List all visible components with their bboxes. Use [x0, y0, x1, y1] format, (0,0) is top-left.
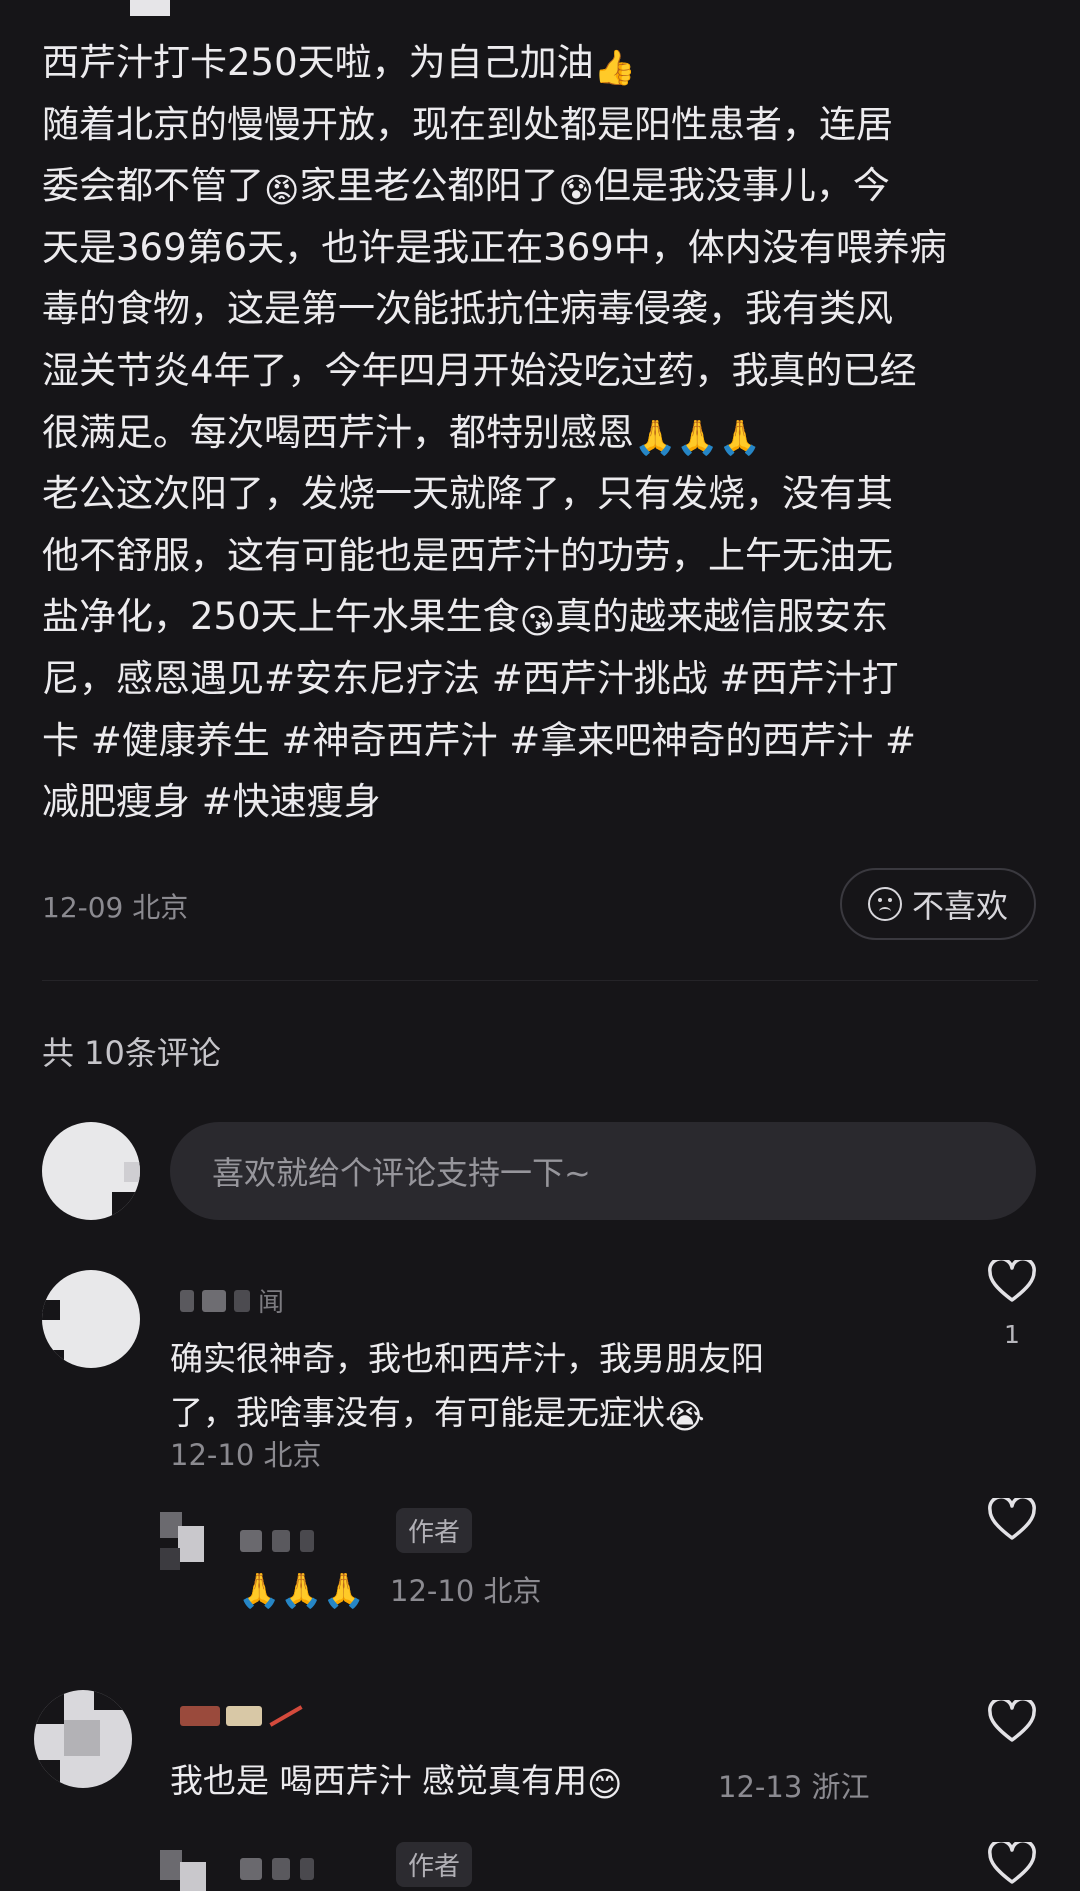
sad-face-icon [867, 887, 902, 921]
post-line: 很满足。每次喝西芹汁，都特别感恩🙏🙏🙏 [42, 410, 762, 458]
comment-username[interactable] [180, 1705, 304, 1727]
avatar[interactable] [34, 1690, 132, 1788]
post-line: 盐净化，250天上午水果生食😘真的越来越信服安东 [42, 595, 889, 643]
dislike-button[interactable]: 不喜欢 [840, 868, 1036, 940]
comment-input-placeholder: 喜欢就给个评论支持一下~ [212, 1154, 591, 1192]
my-avatar [42, 1122, 140, 1220]
kiss-emoji: 😘 [519, 602, 556, 643]
comment-emoji-reply: 🙏🙏🙏 [238, 1560, 365, 1614]
dislike-label: 不喜欢 [911, 887, 1008, 925]
post-line: 老公这次阳了，发烧一天就降了，只有发烧，没有其 [42, 472, 893, 516]
post-line: 他不舒服，这有可能也是西芹汁的功劳，上午无油无 [42, 533, 893, 577]
post-line: 西芹汁打卡250天啦，为自己加油👍 [42, 41, 636, 88]
post-line-hashtags[interactable]: 尼，感恩遇见#安东尼疗法 #西芹汁挑战 #西芹汁打 [42, 648, 1042, 710]
comment-username[interactable]: 闻 [180, 1282, 284, 1319]
comment-date-location: 12-10 北京 [390, 1574, 542, 1608]
avatar[interactable] [160, 1842, 224, 1891]
author-badge: 作者 [396, 1842, 473, 1887]
post-line: 天是369第6天，也许是我正在369中，体内没有喂养病 [42, 225, 947, 269]
comment-text: 确实很神奇，我也和西芹汁，我男朋友阳 了，我啥事没有，有可能是无症状😭 [170, 1339, 764, 1437]
anxious-emoji: 😰 [558, 171, 594, 212]
angry-emoji: 😡 [264, 171, 300, 212]
like-count: 1 [1004, 1320, 1020, 1349]
post-line: 湿关节炎4年了，今年四月开始没吃过药，我真的已经 [42, 348, 917, 392]
pray-emoji: 🙏🙏🙏 [634, 417, 762, 458]
comment-date-location: 12-13 浙江 [718, 1770, 870, 1804]
post-date-location: 12-09 北京 [42, 891, 189, 924]
heart-icon[interactable] [988, 1842, 1036, 1886]
heart-icon[interactable] [988, 1498, 1036, 1542]
post-line-hashtags[interactable]: 减肥瘦身 #快速瘦身 [42, 771, 1042, 833]
avatar[interactable] [42, 1270, 140, 1368]
post-line: 随着北京的慢慢开放，现在到处都是阳性患者，连居 [42, 102, 893, 146]
comment-username[interactable] [240, 1858, 314, 1880]
avatar[interactable] [160, 1508, 224, 1572]
post-line-hashtags[interactable]: 卡 #健康养生 #神奇西芹汁 #拿来吧神奇的西芹汁 # [42, 710, 1042, 772]
post-body: 西芹汁打卡250天啦，为自己加油👍 随着北京的慢慢开放，现在到处都是阳性患者，连… [42, 32, 1042, 833]
pray-emoji: 🙏🙏🙏 [238, 1571, 366, 1611]
post-line: 毒的食物，这是第一次能抵抗住病毒侵袭，我有类风 [42, 287, 893, 331]
post-line: 委会都不管了😡家里老公都阳了😰但是我没事儿，今 [42, 164, 890, 212]
crying-emoji: 😭 [665, 1397, 705, 1437]
top-avatar-remnant [130, 0, 170, 16]
comment-text: 我也是 喝西芹汁 感觉真有用😊 [170, 1761, 623, 1805]
heart-icon[interactable] [988, 1700, 1036, 1744]
heart-icon[interactable] [988, 1260, 1036, 1304]
comment-date-location: 12-10 北京 [170, 1438, 322, 1472]
comment-count: 共 10条评论 [42, 1034, 221, 1072]
comment-username[interactable] [240, 1530, 314, 1552]
divider [42, 980, 1038, 981]
author-badge: 作者 [396, 1508, 473, 1553]
comment-input[interactable]: 喜欢就给个评论支持一下~ [170, 1122, 1036, 1220]
smile-emoji: 😊 [586, 1765, 623, 1805]
thumbs-up-emoji: 👍 [593, 48, 636, 88]
